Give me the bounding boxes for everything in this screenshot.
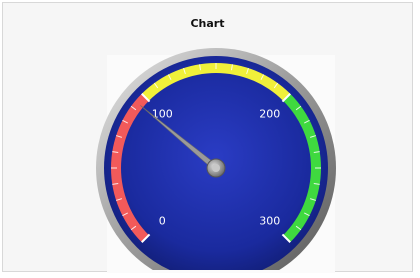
gauge-tick-label: 0 (159, 215, 166, 228)
gauge-chart: 0100 200300 (96, 48, 336, 270)
gauge-tick-label: 300 (259, 215, 280, 228)
gauge-tick-label: 200 (259, 107, 280, 120)
gauge-hub-center (212, 164, 220, 172)
